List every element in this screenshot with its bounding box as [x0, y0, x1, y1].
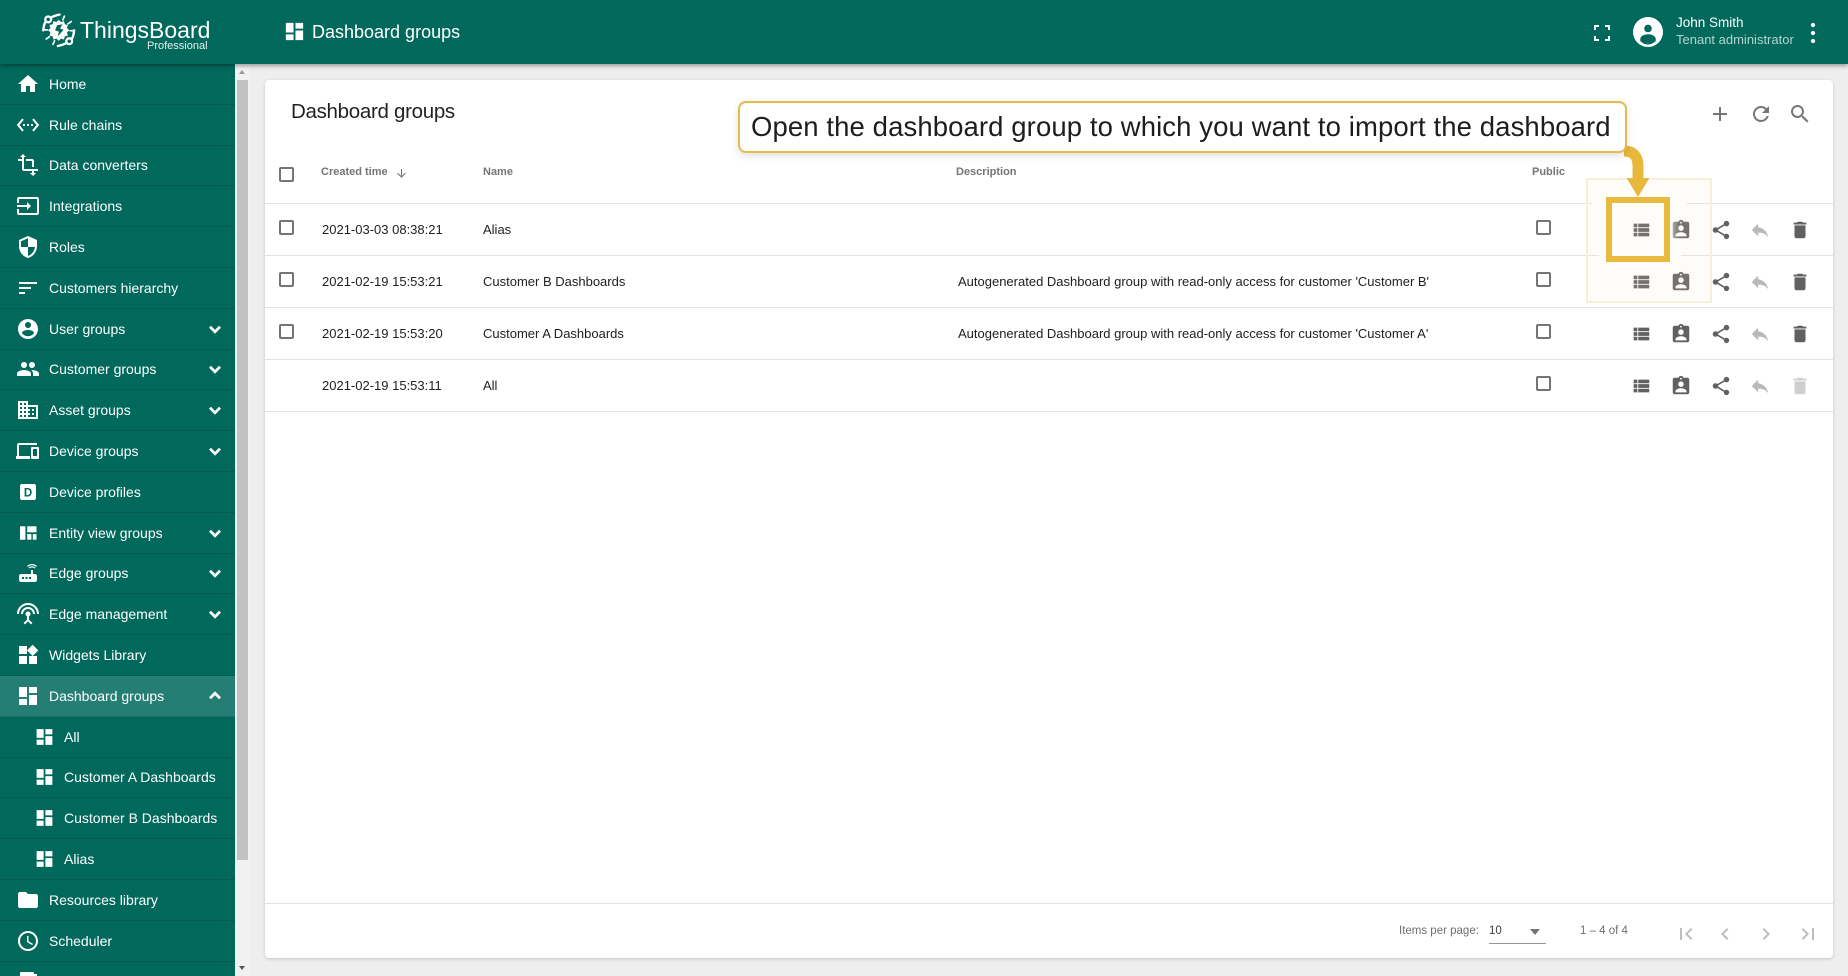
svg-text:D: D — [24, 487, 32, 499]
